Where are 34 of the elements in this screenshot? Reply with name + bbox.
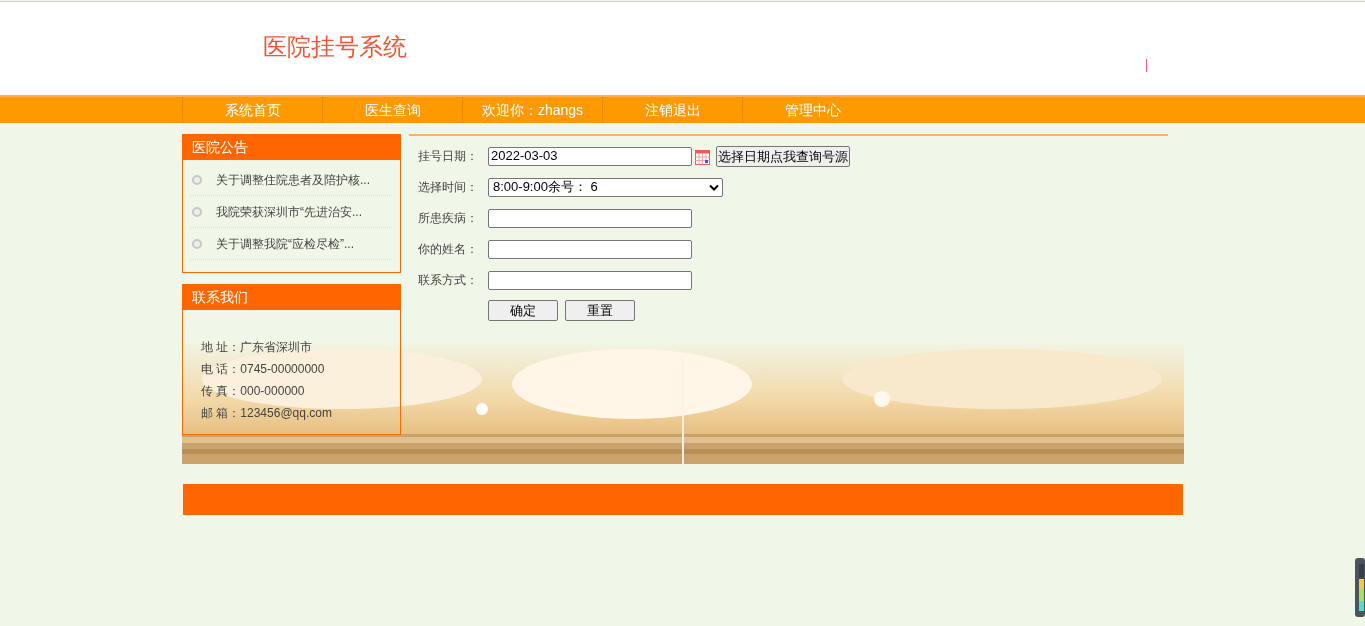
input-field[interactable] [488, 208, 692, 228]
panel-title: 医院公告 [183, 135, 400, 160]
level-meter-icon [1355, 558, 1365, 617]
bullet-icon [192, 206, 202, 217]
contact-value: 123456@qq.com [240, 405, 332, 422]
bullet-icon [192, 174, 202, 185]
field-label: 联系方式： [418, 272, 479, 289]
calendar-icon[interactable] [695, 150, 710, 165]
field-label: 你的姓名： [418, 241, 479, 258]
input-field[interactable] [488, 270, 692, 290]
contact-label: 地 址： [201, 339, 241, 356]
field-label: 所患疾病： [418, 210, 479, 227]
form-button[interactable]: 确定 [488, 300, 558, 321]
chevron-down-icon [709, 183, 719, 191]
form-button[interactable]: 重置 [565, 300, 635, 321]
site-title: 医院挂号系统 [263, 32, 407, 62]
notice-link[interactable]: 关于调整我院“应检尽检”... [216, 234, 354, 253]
notice-link[interactable]: 关于调整住院患者及陪护核... [216, 170, 370, 189]
input-field[interactable] [488, 239, 692, 259]
contact-label: 邮 箱： [201, 405, 241, 422]
contact-label: 传 真： [201, 383, 241, 400]
contact-value: 0745-00000000 [240, 361, 325, 378]
field-label: 挂号日期： [418, 148, 479, 165]
contact-value: 000-000000 [240, 383, 305, 400]
bullet-icon [192, 238, 202, 249]
contact-label: 电 话： [201, 361, 241, 378]
text-cursor [1146, 59, 1147, 72]
contact-value: 广东省深圳市 [240, 339, 313, 356]
notice-link[interactable]: 我院荣获深圳市“先进治安... [216, 202, 362, 221]
date-field[interactable]: 2022-03-03 [488, 146, 692, 166]
time-select[interactable]: 8:00-9:00余号： 6 [488, 177, 723, 197]
field-label: 选择时间： [418, 179, 479, 196]
query-button[interactable]: 选择日期点我查询号源 [716, 145, 850, 167]
panel-title: 联系我们 [183, 285, 400, 310]
